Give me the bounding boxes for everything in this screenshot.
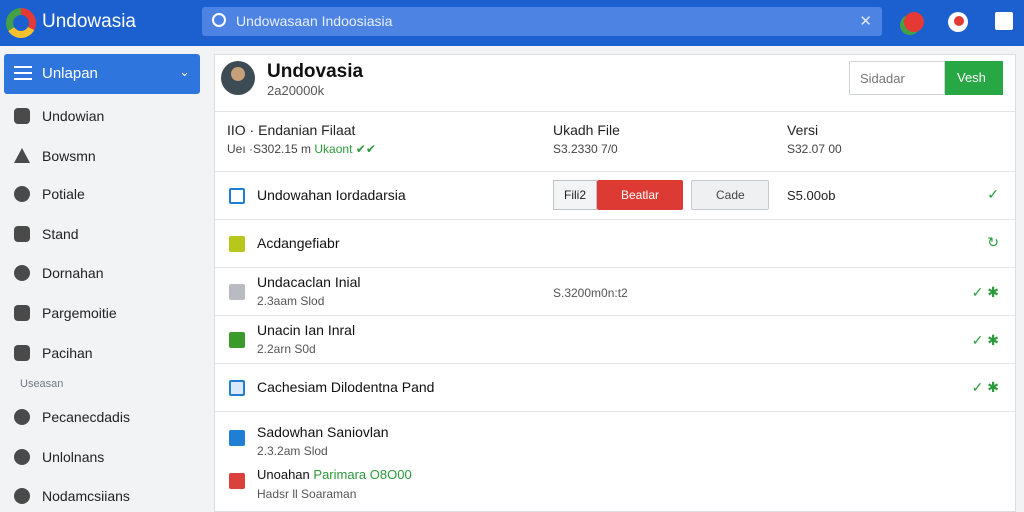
search-icon (212, 13, 226, 27)
column-header-file: IIO · Endanian Filaat (227, 122, 356, 138)
sidebar-item-label: Pargemoitie (42, 305, 117, 321)
user-icon (14, 265, 30, 281)
pen-icon (14, 148, 30, 163)
row-title: Cachesiam Dilodentna Pand (257, 379, 435, 395)
table-row[interactable]: Unoahan Parimara O8O00 Hadsr ll Soaraman (215, 455, 1015, 511)
clear-search-icon[interactable]: ✕ (859, 12, 872, 30)
brush-icon (14, 345, 30, 361)
image-icon (229, 430, 245, 446)
app-logo-icon[interactable] (6, 8, 36, 38)
sidebar-section-label: Useasan (20, 378, 64, 390)
row-title-highlight: Parimara O8O00 (313, 467, 412, 482)
sidebar-item-label: Dornahan (42, 265, 104, 281)
main-panel: Undovasia 2a20000k Sidadar Vesh IIO · En… (214, 54, 1016, 512)
row-title: Sadowhan Saniovlan (257, 424, 389, 440)
top-bar: Undowasia Undowasaan Indoosiasia ✕ (0, 0, 1024, 46)
row-title: Undacaclan Inial (257, 274, 361, 290)
row-title-text: Unoahan (257, 467, 310, 482)
menu-icon[interactable] (995, 12, 1013, 30)
grid-icon (229, 284, 245, 300)
user-icon (14, 488, 30, 504)
status-badge: Ukaont (314, 142, 353, 156)
code-button[interactable]: Cade (691, 180, 769, 210)
row-title: Acdangefiabr (257, 235, 340, 251)
sidebar-item-label: Bowsmn (42, 148, 96, 164)
sidebar-item-label: Unlolnans (42, 449, 105, 465)
sheet-icon (229, 332, 245, 348)
grid-icon (14, 305, 30, 321)
sync-icon: ↻ (987, 234, 999, 250)
status-icons: ✓ ✱ (971, 284, 999, 300)
sidebar-item-label: Stand (42, 226, 79, 242)
sidebar-header-label: Unlapan (42, 65, 98, 82)
column-header-file-sub: Ueı ·S302.15 m Ukaont ✔✔ (227, 142, 376, 156)
gear-icon (14, 409, 30, 425)
printer-icon (14, 226, 30, 242)
sidebar-item-label: Potiale (42, 186, 85, 202)
status-icons: ✓ ✱ (971, 379, 999, 395)
table-row[interactable]: Cachesiam Dilodentna Pand ✓ ✱ (215, 363, 1015, 411)
search-bar[interactable]: Undowasaan Indoosiasia ✕ (202, 7, 882, 36)
table-header: IIO · Endanian Filaat Ueı ·S302.15 m Uka… (215, 111, 1015, 171)
sidebar-item-undowian[interactable]: Undowian (0, 98, 200, 134)
table-row[interactable]: Acdangefiabr ↻ (215, 219, 1015, 267)
folder-icon (229, 236, 245, 252)
table-row[interactable]: Sadowhan Saniovlan 2.3.2am Slod (215, 411, 1015, 458)
sidebar-item-unlolnans[interactable]: Unlolnans (0, 439, 200, 475)
sidebar-item-pacihan[interactable]: Pacihan (0, 335, 200, 371)
calendar-icon (229, 473, 245, 489)
sidebar-item-nodamcsiians[interactable]: Nodamcsiians (0, 478, 200, 512)
sidebar-header[interactable]: Unlapan ⌄ (4, 54, 200, 94)
file-field[interactable]: Fili2 (553, 180, 597, 210)
chevron-down-icon: ⌄ (179, 64, 190, 79)
hamburger-icon (14, 66, 32, 80)
check-circle-icon: ✓ (987, 186, 999, 202)
status-icons: ✓ ✱ (971, 332, 999, 348)
sidebar-item-label: Nodamcsiians (42, 488, 130, 504)
column-header-version-sub: S32.07 00 (787, 142, 842, 156)
app-title: Undowasia (42, 11, 136, 32)
file-icon (229, 188, 245, 204)
row-value: S.3200m0n:t2 (553, 286, 628, 300)
notifications-icon[interactable] (904, 12, 924, 32)
sidebar-item-label: Pacihan (42, 345, 93, 361)
search-input[interactable]: Undowasaan Indoosiasia (236, 13, 392, 29)
avatar[interactable] (221, 61, 255, 95)
row-subtitle: Hadsr ll Soaraman (257, 487, 357, 501)
row-title: Unoahan Parimara O8O00 (257, 467, 412, 482)
check-icon: ✔✔ (355, 142, 376, 156)
row-title: Unacin Ian Inral (257, 322, 356, 338)
sidebar-item-bowsmn[interactable]: Bowsmn (0, 138, 200, 174)
box-icon (14, 449, 30, 465)
primary-button[interactable]: Vesh (945, 61, 1003, 95)
sidebar-item-label: Pecanecdadis (42, 409, 130, 425)
document-icon (229, 380, 245, 396)
sidebar-item-pargemoitie[interactable]: Pargemoitie (0, 295, 200, 331)
table-row[interactable]: Undowahan Iordadarsia Fili2 Beatlar Cade… (215, 171, 1015, 219)
row-price: S5.00ob (787, 188, 836, 203)
sidebar-item-label: Undowian (42, 108, 105, 124)
alerts-icon[interactable] (948, 12, 968, 32)
bag-icon (14, 108, 30, 124)
row-subtitle: 2.3aam Slod (257, 294, 325, 308)
sidebar-item-dornahan[interactable]: Dornahan (0, 255, 200, 291)
column-header-version: Versi (787, 122, 819, 138)
delete-button[interactable]: Beatlar (597, 180, 683, 210)
sidebar-item-potiale[interactable]: Potiale (0, 176, 200, 212)
table-row[interactable]: Unacin Ian Inral 2.2arn S0d ✓ ✱ (215, 315, 1015, 363)
sidebar: Unlapan ⌄ Undowian Bowsmn Potiale Stand … (0, 46, 200, 512)
row-title: Undowahan Iordadarsia (257, 187, 406, 203)
search-button[interactable]: Sidadar (849, 61, 945, 95)
search-icon (14, 186, 30, 202)
table-row[interactable]: Undacaclan Inial 2.3aam Slod S.3200m0n:t… (215, 267, 1015, 315)
column-header-upload: Ukadh File (553, 122, 620, 138)
profile-name: Undovasia (267, 61, 364, 82)
sidebar-item-stand[interactable]: Stand (0, 216, 200, 252)
profile-subtitle: 2a20000k (267, 83, 325, 98)
column-header-upload-sub: S3.2330 7/0 (553, 142, 618, 156)
file-size: Ueı ·S302.15 m (227, 142, 312, 156)
sidebar-item-pecanecdadis[interactable]: Pecanecdadis (0, 399, 200, 435)
row-subtitle: 2.2arn S0d (257, 342, 316, 356)
